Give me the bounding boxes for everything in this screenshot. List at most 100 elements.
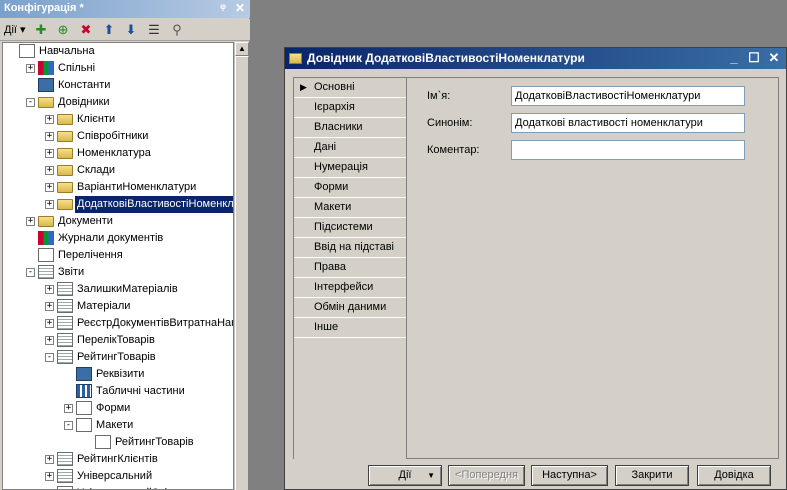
expand-icon[interactable]: + — [26, 217, 35, 226]
pin-icon[interactable]: ᵠ — [216, 1, 230, 15]
synonym-field[interactable]: Додаткові властивості номенклатури — [511, 113, 745, 133]
folder-icon — [57, 131, 73, 142]
expand-icon[interactable]: + — [45, 285, 54, 294]
tree-item[interactable]: + Універсальний — [3, 468, 233, 485]
tree-item[interactable]: + ЗалишкиМатеріалів — [3, 281, 233, 298]
delete-icon[interactable]: ✖ — [78, 22, 94, 38]
tree-item[interactable]: Перелічення — [3, 247, 233, 264]
scroll-thumb[interactable] — [235, 56, 249, 490]
previous-button[interactable]: <Попередня — [448, 465, 525, 486]
configuration-tree[interactable]: Навчальна + Спільні Константи - Довідники + Клі… — [2, 42, 234, 490]
tree-item[interactable]: Константи — [3, 77, 233, 94]
tree-item[interactable]: +УніверсальнийЗвіт — [3, 485, 233, 489]
tree-item[interactable]: + Клієнти — [3, 111, 233, 128]
report-icon — [57, 452, 73, 466]
tree-item[interactable]: + Співробітники — [3, 128, 233, 145]
minimize-icon[interactable]: _ — [726, 50, 742, 66]
tab-5[interactable]: Форми — [294, 178, 407, 198]
move-up-icon[interactable]: ⬆ — [101, 22, 117, 38]
next-button[interactable]: Наступна> — [531, 465, 608, 486]
expand-icon[interactable]: + — [45, 472, 54, 481]
tree-item[interactable]: Навчальна — [3, 43, 233, 60]
tree-item[interactable]: - РейтингТоварів — [3, 349, 233, 366]
expand-icon[interactable]: + — [45, 115, 54, 124]
expand-icon[interactable]: + — [45, 302, 54, 311]
tree-item[interactable]: РейтингТоварів — [3, 434, 233, 451]
tab-8[interactable]: Ввід на підставі — [294, 238, 407, 258]
tree-item[interactable]: + Спільні — [3, 60, 233, 77]
collapse-icon[interactable]: - — [45, 353, 54, 362]
tree-item[interactable]: Табличні частини — [3, 383, 233, 400]
tree-item[interactable]: - Довідники — [3, 94, 233, 111]
add-icon[interactable]: ✚ — [33, 22, 49, 38]
expand-icon[interactable]: + — [45, 132, 54, 141]
expand-icon[interactable]: + — [26, 64, 35, 73]
collapse-icon[interactable]: - — [26, 268, 35, 277]
tab-2[interactable]: Власники — [294, 118, 407, 138]
expand-icon[interactable]: + — [45, 336, 54, 345]
move-down-icon[interactable]: ⬇ — [123, 22, 139, 38]
maximize-icon[interactable]: ☐ — [746, 50, 762, 66]
tree-item[interactable]: + ДодатковіВластивостіНоменклатури — [3, 196, 233, 213]
expand-icon[interactable]: + — [45, 200, 54, 209]
tree-scrollbar[interactable]: ▲ — [234, 42, 249, 490]
tree-item[interactable]: + ПерелікТоварів — [3, 332, 233, 349]
tree-item[interactable]: + РеєстрДокументівВитратнаНакладна — [3, 315, 233, 332]
tree-item[interactable]: - Макети — [3, 417, 233, 434]
tree-item[interactable]: + Документи — [3, 213, 233, 230]
expand-icon[interactable]: + — [45, 166, 54, 175]
tree-item-label: РеєстрДокументівВитратнаНакладна — [77, 317, 233, 329]
blue-icon — [76, 367, 92, 381]
expand-icon[interactable]: + — [45, 183, 54, 192]
tree-item[interactable]: + Склади — [3, 162, 233, 179]
tree-item[interactable]: + Форми — [3, 400, 233, 417]
tab-6[interactable]: Макети — [294, 198, 407, 218]
filter-icon[interactable]: ⚲ — [169, 22, 185, 38]
tab-4[interactable]: Нумерація — [294, 158, 407, 178]
expand-icon[interactable]: + — [45, 319, 54, 328]
scroll-up-icon[interactable]: ▲ — [235, 42, 249, 56]
tree-item[interactable]: + РейтингКлієнтів — [3, 451, 233, 468]
expand-icon[interactable]: + — [45, 455, 54, 464]
dialog-titlebar[interactable]: Довідник ДодатковіВластивостіНоменклатур… — [285, 48, 786, 69]
tree-item[interactable]: - Звіти — [3, 264, 233, 281]
collapse-icon[interactable]: - — [26, 98, 35, 107]
tree-item[interactable]: + Номенклатура — [3, 145, 233, 162]
add-child-icon[interactable]: ⊕ — [55, 22, 71, 38]
name-label: Ім`я: — [427, 90, 451, 102]
help-button[interactable]: Довідка — [697, 465, 771, 486]
tab-7[interactable]: Підсистеми — [294, 218, 407, 238]
tab-0[interactable]: ▶ Основні — [294, 78, 407, 98]
actions-button[interactable]: Дії ▼ — [368, 465, 442, 486]
collapse-icon[interactable]: - — [64, 421, 73, 430]
report-icon — [38, 265, 54, 279]
tree-item[interactable]: Реквізити — [3, 366, 233, 383]
tab-3[interactable]: Дані — [294, 138, 407, 158]
tree-item[interactable]: + ВаріантиНоменклатури — [3, 179, 233, 196]
report-icon — [57, 333, 73, 347]
close-button[interactable]: Закрити — [615, 465, 689, 486]
tab-label: Форми — [314, 181, 349, 193]
expand-icon[interactable]: + — [64, 404, 73, 413]
actions-menu-label: Дії — [4, 24, 17, 36]
name-field[interactable]: ДодатковіВластивостіНоменклатури — [511, 86, 745, 106]
close-icon[interactable]: ✕ — [233, 1, 247, 15]
folder-icon — [57, 114, 73, 125]
actions-menu-button[interactable]: Дії ▾ — [2, 22, 28, 38]
catalog-dialog: Довідник ДодатковіВластивостіНоменклатур… — [284, 47, 787, 490]
tab-label: Ввід на підставі — [314, 241, 394, 253]
comment-field[interactable] — [511, 140, 745, 160]
sort-icon[interactable]: ☰ — [146, 22, 162, 38]
tab-10[interactable]: Інтерфейси — [294, 278, 407, 298]
expand-icon[interactable]: + — [45, 149, 54, 158]
tab-9[interactable]: Права — [294, 258, 407, 278]
tree-item[interactable]: Журнали документів — [3, 230, 233, 247]
main-tab-content: Ім`я: ДодатковіВластивостіНоменклатури С… — [406, 77, 779, 459]
tab-1[interactable]: Ієрархія — [294, 98, 407, 118]
tree-item[interactable]: + Матеріали — [3, 298, 233, 315]
tab-12[interactable]: Інше — [294, 318, 407, 338]
tab-11[interactable]: Обмін даними — [294, 298, 407, 318]
catalog-icon — [289, 53, 302, 64]
close-icon[interactable]: ✕ — [766, 50, 782, 66]
tab-label: Основні — [314, 81, 355, 93]
